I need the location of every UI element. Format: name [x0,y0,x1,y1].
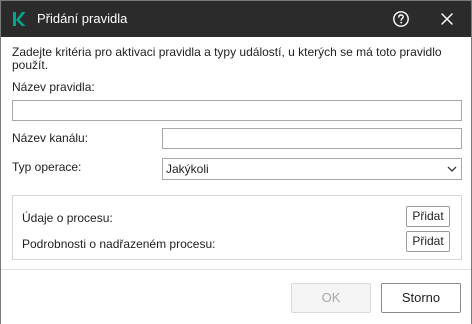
add-process-data-button[interactable]: Přidat [406,206,450,227]
dialog-title: Přidání pravidla [37,11,128,26]
dialog-description: Zadejte kritéria pro aktivaci pravidla a… [12,45,442,72]
cancel-button[interactable]: Storno [381,283,461,313]
ok-button[interactable]: OK [291,283,371,313]
chevron-down-icon [447,166,457,172]
channel-name-input[interactable] [162,128,462,149]
title-bar: Přidání pravidla [1,1,471,37]
process-data-label: Údaje o procesu: [22,211,113,225]
operation-type-value: Jakýkoli [166,162,209,176]
channel-name-label: Název kanálu: [12,131,89,145]
process-criteria-group: Údaje o procesu: Přidat Podrobnosti o na… [12,195,462,260]
add-rule-dialog: Přidání pravidla Zadejte kritéria pro ak… [0,0,472,324]
parent-process-label: Podrobnosti o nadřazeném procesu: [22,237,216,251]
operation-type-select[interactable]: Jakýkoli [162,158,462,180]
help-icon[interactable] [392,10,410,28]
add-parent-process-button[interactable]: Přidat [406,231,450,252]
rule-name-label: Název pravidla: [12,80,95,94]
kaspersky-logo-icon [13,12,26,26]
close-icon[interactable] [439,11,455,27]
dialog-footer: OK Storno [1,269,471,324]
operation-type-label: Typ operace: [12,160,82,174]
rule-name-input[interactable] [12,100,462,121]
